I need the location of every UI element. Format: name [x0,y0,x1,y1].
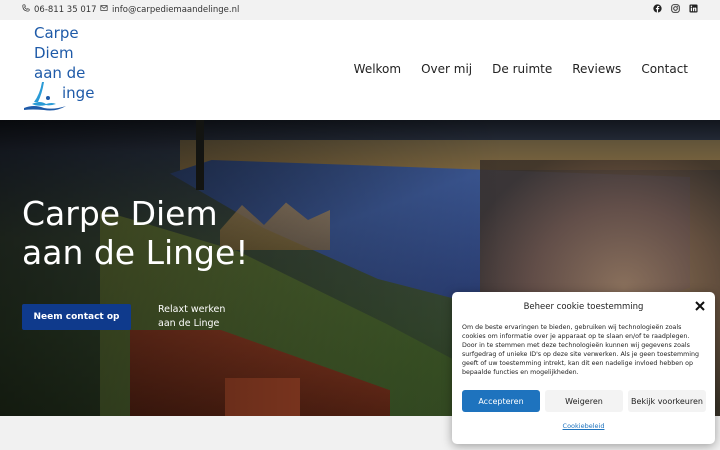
mail-icon [100,4,108,15]
hero-tagline-line1: Relaxt werken [158,304,226,315]
hero-title: Carpe Diem aan de Linge! [22,194,322,272]
instagram-icon[interactable] [671,4,680,13]
nav-item-over-mij[interactable]: Over mij [421,62,472,76]
main-nav: Welkom Over mij De ruimte Reviews Contac… [354,62,688,76]
logo-text-line1: Carpe [34,24,79,42]
facebook-icon[interactable] [653,4,662,13]
social-links [653,4,698,13]
cookie-policy-link[interactable]: Cookiebeleid [452,422,715,430]
nav-item-de-ruimte[interactable]: De ruimte [492,62,552,76]
site-header: Carpe Diem aan de inge Welkom Over mij D… [0,20,720,120]
email-address: info@carpediemaandelinge.nl [112,4,240,15]
cookie-consent-dialog: Beheer cookie toestemming Om de beste er… [452,292,715,444]
hero-tagline: Relaxt werken aan de Linge [158,303,238,331]
accept-cookies-button[interactable]: Accepteren [462,390,540,412]
phone-number: 06-811 35 017 [34,4,97,15]
view-preferences-button[interactable]: Bekijk voorkeuren [628,390,706,412]
nav-item-welkom[interactable]: Welkom [354,62,401,76]
hero-tagline-line2: aan de Linge [158,318,220,329]
logo-wave-mark [24,82,66,111]
hero-title-line2: aan de Linge! [22,233,249,272]
nav-item-contact[interactable]: Contact [641,62,688,76]
close-icon[interactable] [694,300,706,312]
linkedin-icon[interactable] [689,4,698,13]
cookie-buttons: Accepteren Weigeren Bekijk voorkeuren [462,390,706,412]
site-logo[interactable]: Carpe Diem aan de inge [22,24,102,116]
contact-cta-button[interactable]: Neem contact op [22,304,131,330]
phone-icon [22,4,30,15]
cookie-dialog-text: Om de beste ervaringen te bieden, gebrui… [462,324,699,377]
cookie-dialog-title: Beheer cookie toestemming [523,302,644,312]
hero-title-line1: Carpe Diem [22,194,218,233]
email-link[interactable]: info@carpediemaandelinge.nl [100,4,239,15]
top-bar: 06-811 35 017 info@carpediemaandelinge.n… [0,0,720,20]
nav-item-reviews[interactable]: Reviews [572,62,621,76]
logo-text-line3: aan de [34,64,86,82]
phone-link[interactable]: 06-811 35 017 [22,4,97,15]
logo-text-line2: Diem [34,44,74,62]
deny-cookies-button[interactable]: Weigeren [545,390,623,412]
